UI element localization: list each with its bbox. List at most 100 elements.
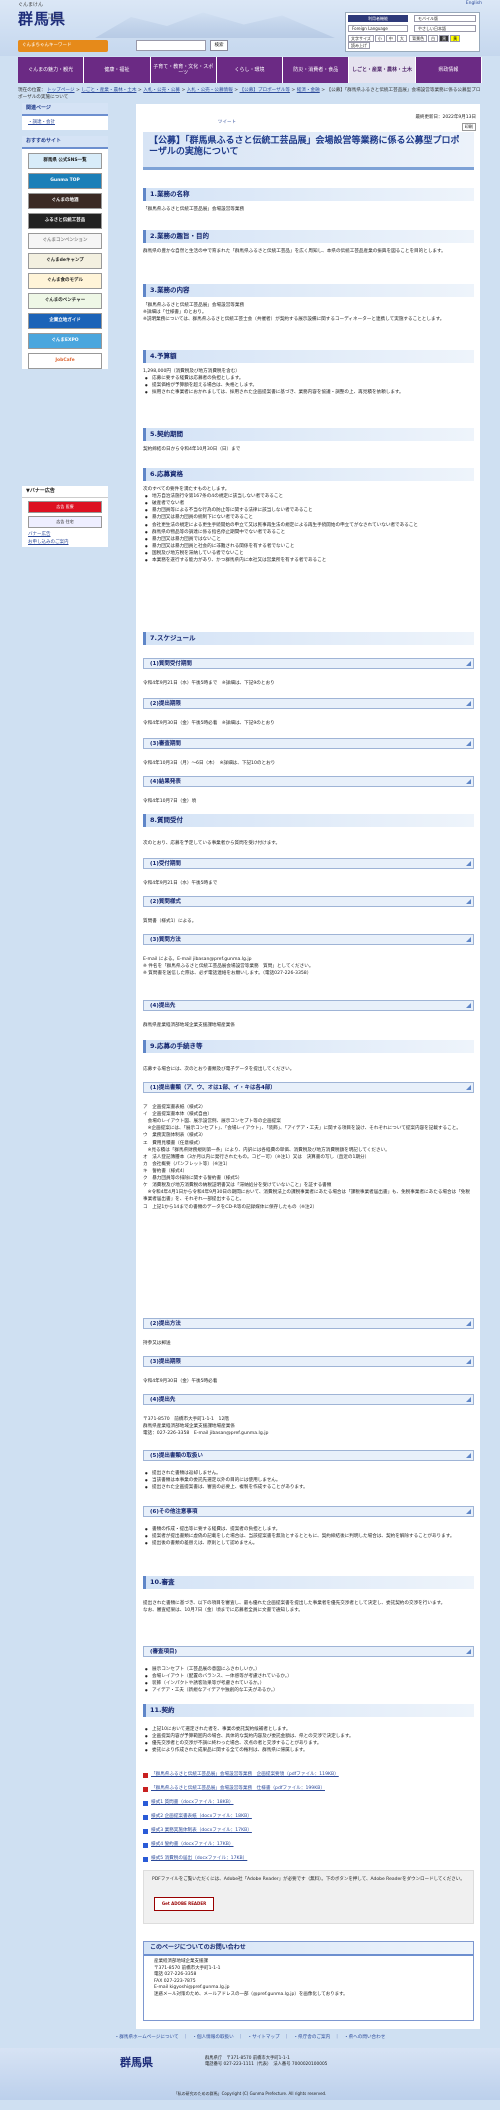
ad-banner-1[interactable]: 広告 医療	[28, 500, 102, 513]
file-link-docx[interactable]: 様式3 業務実施体制表（docxファイル：17KB）	[143, 1828, 252, 1835]
copyright: 「私の研究のための群馬」Copyright (C) Gunma Prefectu…	[173, 2090, 327, 2096]
text: 令和4年9月21日（水）午後5時まで	[143, 881, 218, 886]
easy-japanese-link[interactable]: やさしい日本語	[414, 25, 476, 32]
page: ぐんまけん 群馬県 Gunma Prefecture ぐんまちゃんキーワード 検…	[0, 0, 500, 2110]
nav-item-education[interactable]: 子育て・教育・文化・スポーツ	[150, 57, 217, 83]
breadcrumb-proposal[interactable]: 【公募】プロポーザル等	[240, 88, 290, 93]
banner-expo[interactable]: ぐんまEXPO	[28, 332, 102, 349]
ad-banner-2[interactable]: 広告 住宅	[28, 515, 102, 528]
fontsize-medium[interactable]: 中	[385, 35, 396, 42]
file-link-pdf[interactable]: 「群馬県ふるさと伝統工芸品展」会場設営等業務 仕様書（pdfファイル：199KB…	[143, 1786, 325, 1793]
text: 令和4年10月7日（金）頃	[143, 799, 197, 804]
pdf-notice: PDFファイルをご覧いただくには、Adobe社「Adobe Reader」が必要…	[143, 1870, 474, 1924]
heading-1: 1.業務の名称	[143, 188, 474, 201]
search-input[interactable]	[136, 40, 206, 51]
language-select[interactable]: Foreign Language	[348, 25, 408, 32]
heading-11: 11.契約	[143, 1704, 474, 1717]
english-link[interactable]: English	[466, 1, 482, 7]
phone-note: ※ 質問書を送信した際は、必ず電話連絡をお願いします。（電話027-226-33…	[143, 971, 312, 977]
file-link-docx[interactable]: 様式1 質問書（docxファイル：18KB）	[143, 1800, 234, 1807]
adobe-reader-button[interactable]: Get ADOBE READER	[154, 1897, 214, 1911]
subheading: (4)提出先	[143, 1394, 474, 1405]
email-info: E-mail による。E-mail jibasan@pref.gunma.lg.…	[143, 957, 252, 962]
tools-row: 文字サイズ小中大 背景色白黒黄 読み上げ	[348, 35, 479, 49]
docs-list: ア 企画提案書表紙（様式2） イ 企画提案書本体（様式自由） 会場のレイアウト図、…	[143, 1104, 474, 1211]
banner-gunma-top[interactable]: Gunma TOP	[28, 172, 102, 189]
search-button[interactable]: 検索	[210, 40, 228, 51]
heading-8: 8.質問受付	[143, 814, 474, 827]
mobile-link[interactable]: モバイル版	[414, 15, 476, 22]
site-logo[interactable]: ぐんまけん 群馬県 Gunma Prefecture	[18, 2, 66, 29]
subject-note: ※ 件名を「群馬県ふるさと伝統工芸品展会場設営等業務 質問」としてください。	[143, 964, 314, 970]
heading-10: 10.審査	[143, 1576, 474, 1589]
subheading: (1)受付期間	[143, 858, 474, 869]
breadcrumb: 現在の位置： トップページ > しごと・産業・農林・土木 > 入札・公売・公募 …	[18, 88, 481, 100]
global-nav: ぐんまの魅力・観光 健康・福祉 子育て・教育・文化・スポーツ くらし・環境 防災…	[18, 57, 482, 83]
list-item: 装飾（インパクトや誘客効果等が考慮されているか。）	[143, 1680, 474, 1687]
text: 提出された書類に基づき、以下の項目を審査し、最も優れた企画提案書を提出した事業者…	[143, 1600, 474, 1614]
doc-item: キ 誓約書（様式4）	[143, 1168, 188, 1174]
contact-body: 産業経済部地域企業支援課 〒371-8570 前橋市大手町1-1-1 電話 027-…	[144, 1956, 473, 2001]
banner-sake[interactable]: ぐんまの地酒	[28, 192, 102, 209]
fontsize-large[interactable]: 大	[396, 35, 407, 42]
breadcrumb-bid[interactable]: 入札・公売・公募	[143, 88, 180, 93]
print-button[interactable]: 印刷	[461, 123, 476, 131]
text: 質問書（様式1）による。	[143, 919, 197, 924]
subheading: (2)提出期限	[143, 698, 474, 709]
breadcrumb-economy[interactable]: 経済・金融	[297, 88, 320, 93]
related-title: 関連ページ	[22, 103, 108, 116]
nav-item-industry[interactable]: しごと・産業・農林・土木	[349, 57, 416, 83]
text-3: 「群馬県ふるさと伝統工芸品展」会場設営等業務 ※詳細は「仕様書」のとおり。 ※説…	[143, 302, 474, 323]
color-yellow[interactable]: 黄	[450, 35, 461, 42]
ad-link-2[interactable]: お申し込みのご案内	[22, 539, 108, 547]
banner-convention[interactable]: ぐんまコンベンション	[28, 232, 102, 249]
breadcrumb-top[interactable]: トップページ	[47, 88, 74, 93]
file-link-docx[interactable]: 様式4 誓約書（docxファイル：17KB）	[143, 1842, 234, 1849]
banner-camp[interactable]: ぐんまdeキャンプ	[28, 252, 102, 269]
breadcrumb-bid-info[interactable]: 入札・公売・公募情報	[187, 88, 233, 93]
banner-food[interactable]: ぐんま食のモデル	[28, 272, 102, 289]
fontsize-label: 文字サイズ	[348, 35, 374, 42]
heading-7: 7.スケジュール	[143, 632, 474, 645]
banner-venture[interactable]: ぐんまのベンチャー	[28, 292, 102, 309]
ad-link-1[interactable]: バナー広告	[22, 531, 108, 539]
text: 次のとおり、応募を予定している事業者から質問を受け付けます。	[143, 841, 281, 846]
text-3a: 「群馬県ふるさと伝統工芸品展」会場設営等業務	[143, 303, 245, 308]
file-link-pdf[interactable]: 「群馬県ふるさと伝統工芸品展」会場設営等業務 企画提案要領（pdfファイル：11…	[143, 1772, 339, 1779]
footer-address-line: 電話番号 027-223-1111（代表） 法人番号 7000020100005	[205, 2062, 328, 2068]
banner-jobcafe[interactable]: JobCafe	[28, 352, 102, 369]
list-item: 書類の作成・提出等に要する経費は、提案者の負担とします。	[143, 1526, 474, 1533]
text-4: 1,298,000円（消費税及び地方消費税を含む） 応募に要する経費は応募者の負…	[143, 368, 474, 396]
nav-item-health[interactable]: 健康・福祉	[84, 57, 151, 83]
review-note: なお、審査結果は、10月7日（金）頃までに応募者全員に文書で通知します。	[143, 1608, 303, 1614]
file-link-docx[interactable]: 様式5 消費税の届出（docxファイル：17KB）	[143, 1856, 247, 1863]
nav-item-charm[interactable]: ぐんまの魅力・観光	[18, 57, 85, 83]
list-item: 提案者が提出書類に虚偽の記載をした場合は、当該提案書を無効とするとともに、契約締…	[143, 1533, 474, 1540]
color-white[interactable]: 白	[428, 35, 439, 42]
related-link[interactable]: ・調達・会計	[22, 116, 108, 130]
banner-location[interactable]: 企業立地ガイド	[28, 312, 102, 329]
breadcrumb-industry[interactable]: しごと・産業・農林・土木	[81, 88, 136, 93]
nav-item-life[interactable]: くらし・環境	[216, 57, 284, 83]
chara-keyword-button[interactable]: ぐんまちゃんキーワード	[18, 40, 108, 52]
address-line: 電話：027-226-3358 E-mail jibasan@pref.gunm…	[143, 1431, 269, 1437]
listen-button[interactable]: 読み上げ	[348, 42, 370, 49]
color-black[interactable]: 黒	[439, 35, 450, 42]
subheading: (審査項目)	[143, 1646, 474, 1657]
text: 令和4年9月21日（水）午後5時まで ※詳細は、下記9のとおり	[143, 681, 275, 686]
nav-item-safety[interactable]: 防災・消費者・食品	[283, 57, 350, 83]
doc-item: イ 企画提案書本体（様式自由）	[143, 1112, 212, 1118]
tweet-button[interactable]: ツイート	[218, 120, 236, 126]
list-item: アイデア・工夫（新規なアイデアや独創的な工夫があるか。）	[143, 1687, 474, 1694]
text: 書類の作成・提出等に要する経費は、提案者の負担とします。提案者が提出書類に虚偽の…	[143, 1526, 474, 1547]
list-item: 優先交渉者との交渉が不調に終わった場合、次点の者と交渉することがあります。	[143, 1740, 474, 1747]
text: E-mail による。E-mail jibasan@pref.gunma.lg.…	[143, 956, 474, 977]
text: 展示コンセプト（工芸品展の意図にふさわしいか。）会場レイアウト（配置のバランス、…	[143, 1666, 474, 1694]
footer-links[interactable]: ・群馬県ホームページについて ｜ ・個人情報の取扱い ｜ ・サイトマップ ｜ ・…	[0, 2035, 500, 2041]
banner-crafts[interactable]: ふるさと伝統工芸品	[28, 212, 102, 229]
fontsize-small[interactable]: 小	[374, 35, 385, 42]
file-link-docx[interactable]: 様式2 企画提案書表紙（docxファイル：18KB）	[143, 1814, 252, 1821]
banner-sns[interactable]: 群馬県 公式SNS一覧	[28, 152, 102, 169]
nav-item-govt[interactable]: 県政情報	[415, 57, 482, 83]
contact-title: このページについてのお問い合わせ	[144, 1942, 473, 1957]
